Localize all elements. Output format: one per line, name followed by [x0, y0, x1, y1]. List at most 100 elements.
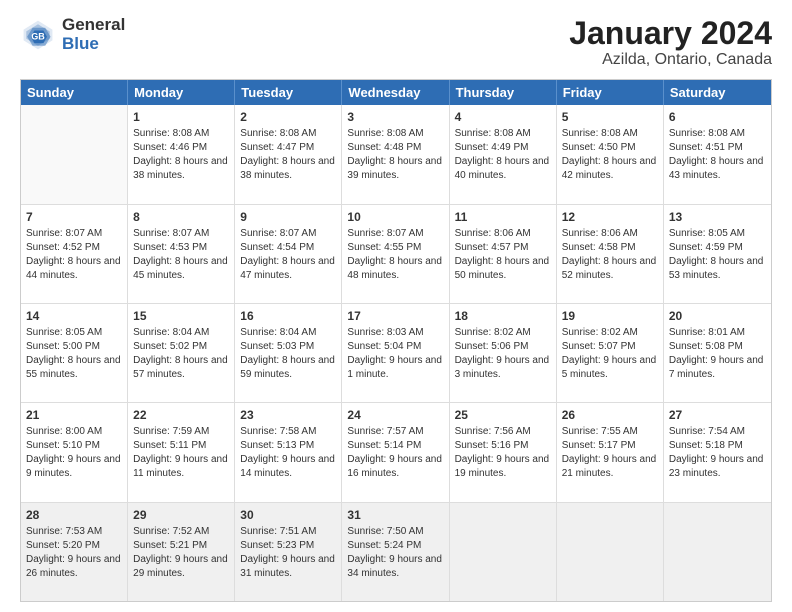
cal-cell: 3 Sunrise: 8:08 AMSunset: 4:48 PMDaylight…: [342, 105, 449, 203]
cell-info: Sunrise: 8:07 AMSunset: 4:52 PMDaylight:…: [26, 227, 122, 283]
cal-cell: 30 Sunrise: 7:51 AMSunset: 5:23 PMDayligh…: [235, 503, 342, 601]
logo-blue: Blue: [62, 35, 125, 54]
day-number: 1: [133, 109, 229, 125]
day-number: 20: [669, 308, 766, 324]
day-number: 18: [455, 308, 551, 324]
day-number: 10: [347, 209, 443, 225]
day-number: 16: [240, 308, 336, 324]
cell-info: Sunrise: 8:06 AMSunset: 4:58 PMDaylight:…: [562, 227, 658, 283]
header: GB General Blue January 2024 Azilda, Ont…: [20, 16, 772, 69]
cal-cell: [664, 503, 771, 601]
day-number: 2: [240, 109, 336, 125]
cell-info: Sunrise: 8:08 AMSunset: 4:50 PMDaylight:…: [562, 127, 658, 183]
cal-cell: [21, 105, 128, 203]
svg-text:GB: GB: [31, 31, 45, 41]
cal-cell: 10 Sunrise: 8:07 AMSunset: 4:55 PMDayligh…: [342, 205, 449, 303]
cal-cell: 11Sunrise: 8:06 AMSunset: 4:57 PMDayligh…: [450, 205, 557, 303]
cell-info: Sunrise: 7:51 AMSunset: 5:23 PMDaylight:…: [240, 525, 336, 581]
title-block: January 2024 Azilda, Ontario, Canada: [569, 16, 772, 69]
day-number: 9: [240, 209, 336, 225]
cell-info: Sunrise: 8:02 AMSunset: 5:07 PMDaylight:…: [562, 326, 658, 382]
cell-info: Sunrise: 8:02 AMSunset: 5:06 PMDaylight:…: [455, 326, 551, 382]
cal-cell: 14Sunrise: 8:05 AMSunset: 5:00 PMDayligh…: [21, 304, 128, 402]
day-number: 3: [347, 109, 443, 125]
cal-week: 28 Sunrise: 7:53 AMSunset: 5:20 PMDayligh…: [21, 503, 771, 601]
cell-info: Sunrise: 7:59 AMSunset: 5:11 PMDaylight:…: [133, 425, 229, 481]
cell-info: Sunrise: 8:08 AMSunset: 4:51 PMDaylight:…: [669, 127, 766, 183]
logo-general: General: [62, 16, 125, 35]
page-title: January 2024: [569, 16, 772, 51]
cal-week: 14Sunrise: 8:05 AMSunset: 5:00 PMDayligh…: [21, 304, 771, 403]
cal-cell: 27 Sunrise: 7:54 AMSunset: 5:18 PMDayligh…: [664, 403, 771, 501]
logo: GB General Blue: [20, 16, 125, 53]
cell-info: Sunrise: 7:50 AMSunset: 5:24 PMDaylight:…: [347, 525, 443, 581]
cell-info: Sunrise: 7:53 AMSunset: 5:20 PMDaylight:…: [26, 525, 122, 581]
day-number: 28: [26, 507, 122, 523]
logo-text: General Blue: [62, 16, 125, 53]
cell-info: Sunrise: 7:54 AMSunset: 5:18 PMDaylight:…: [669, 425, 766, 481]
day-number: 27: [669, 407, 766, 423]
cell-info: Sunrise: 8:04 AMSunset: 5:03 PMDaylight:…: [240, 326, 336, 382]
day-number: 21: [26, 407, 122, 423]
cell-info: Sunrise: 8:04 AMSunset: 5:02 PMDaylight:…: [133, 326, 229, 382]
cal-cell: 7 Sunrise: 8:07 AMSunset: 4:52 PMDaylight…: [21, 205, 128, 303]
cal-cell: 17 Sunrise: 8:03 AMSunset: 5:04 PMDayligh…: [342, 304, 449, 402]
cell-info: Sunrise: 7:58 AMSunset: 5:13 PMDaylight:…: [240, 425, 336, 481]
day-number: 5: [562, 109, 658, 125]
day-number: 31: [347, 507, 443, 523]
day-number: 30: [240, 507, 336, 523]
cal-cell: [450, 503, 557, 601]
cell-info: Sunrise: 8:03 AMSunset: 5:04 PMDaylight:…: [347, 326, 443, 382]
cal-cell: 29Sunrise: 7:52 AMSunset: 5:21 PMDayligh…: [128, 503, 235, 601]
cal-cell: 2 Sunrise: 8:08 AMSunset: 4:47 PMDaylight…: [235, 105, 342, 203]
day-number: 23: [240, 407, 336, 423]
day-number: 7: [26, 209, 122, 225]
cal-cell: 25Sunrise: 7:56 AMSunset: 5:16 PMDayligh…: [450, 403, 557, 501]
cell-info: Sunrise: 8:07 AMSunset: 4:55 PMDaylight:…: [347, 227, 443, 283]
cal-header-cell: Sunday: [21, 80, 128, 105]
cal-cell: 5 Sunrise: 8:08 AMSunset: 4:50 PMDaylight…: [557, 105, 664, 203]
cal-cell: 26Sunrise: 7:55 AMSunset: 5:17 PMDayligh…: [557, 403, 664, 501]
cal-cell: 18 Sunrise: 8:02 AMSunset: 5:06 PMDayligh…: [450, 304, 557, 402]
cell-info: Sunrise: 8:06 AMSunset: 4:57 PMDaylight:…: [455, 227, 551, 283]
cal-cell: 16 Sunrise: 8:04 AMSunset: 5:03 PMDayligh…: [235, 304, 342, 402]
cell-info: Sunrise: 8:07 AMSunset: 4:53 PMDaylight:…: [133, 227, 229, 283]
cal-header-cell: Thursday: [450, 80, 557, 105]
cal-cell: 20Sunrise: 8:01 AMSunset: 5:08 PMDayligh…: [664, 304, 771, 402]
day-number: 17: [347, 308, 443, 324]
cal-week: 21Sunrise: 8:00 AMSunset: 5:10 PMDayligh…: [21, 403, 771, 502]
cal-cell: 15 Sunrise: 8:04 AMSunset: 5:02 PMDayligh…: [128, 304, 235, 402]
cell-info: Sunrise: 7:56 AMSunset: 5:16 PMDaylight:…: [455, 425, 551, 481]
cal-cell: 19 Sunrise: 8:02 AMSunset: 5:07 PMDayligh…: [557, 304, 664, 402]
day-number: 14: [26, 308, 122, 324]
cal-cell: 13 Sunrise: 8:05 AMSunset: 4:59 PMDayligh…: [664, 205, 771, 303]
cal-cell: 24 Sunrise: 7:57 AMSunset: 5:14 PMDayligh…: [342, 403, 449, 501]
cell-info: Sunrise: 8:08 AMSunset: 4:47 PMDaylight:…: [240, 127, 336, 183]
cal-cell: 6 Sunrise: 8:08 AMSunset: 4:51 PMDaylight…: [664, 105, 771, 203]
day-number: 24: [347, 407, 443, 423]
cell-info: Sunrise: 7:55 AMSunset: 5:17 PMDaylight:…: [562, 425, 658, 481]
cal-cell: 23 Sunrise: 7:58 AMSunset: 5:13 PMDayligh…: [235, 403, 342, 501]
cal-header-cell: Saturday: [664, 80, 771, 105]
day-number: 6: [669, 109, 766, 125]
cal-week: 7 Sunrise: 8:07 AMSunset: 4:52 PMDaylight…: [21, 205, 771, 304]
cell-info: Sunrise: 8:05 AMSunset: 4:59 PMDaylight:…: [669, 227, 766, 283]
day-number: 13: [669, 209, 766, 225]
cal-cell: 31 Sunrise: 7:50 AMSunset: 5:24 PMDayligh…: [342, 503, 449, 601]
logo-icon: GB: [20, 17, 56, 53]
cell-info: Sunrise: 8:08 AMSunset: 4:49 PMDaylight:…: [455, 127, 551, 183]
day-number: 19: [562, 308, 658, 324]
page: GB General Blue January 2024 Azilda, Ont…: [0, 0, 792, 612]
cal-cell: [557, 503, 664, 601]
cal-cell: 9 Sunrise: 8:07 AMSunset: 4:54 PMDaylight…: [235, 205, 342, 303]
cal-cell: 4Sunrise: 8:08 AMSunset: 4:49 PMDaylight…: [450, 105, 557, 203]
cell-info: Sunrise: 7:52 AMSunset: 5:21 PMDaylight:…: [133, 525, 229, 581]
cal-cell: 22Sunrise: 7:59 AMSunset: 5:11 PMDayligh…: [128, 403, 235, 501]
cell-info: Sunrise: 7:57 AMSunset: 5:14 PMDaylight:…: [347, 425, 443, 481]
calendar-header: SundayMondayTuesdayWednesdayThursdayFrid…: [21, 80, 771, 105]
calendar-body: 1Sunrise: 8:08 AMSunset: 4:46 PMDaylight…: [21, 105, 771, 601]
cal-header-cell: Monday: [128, 80, 235, 105]
cell-info: Sunrise: 8:08 AMSunset: 4:48 PMDaylight:…: [347, 127, 443, 183]
cell-info: Sunrise: 8:07 AMSunset: 4:54 PMDaylight:…: [240, 227, 336, 283]
day-number: 15: [133, 308, 229, 324]
